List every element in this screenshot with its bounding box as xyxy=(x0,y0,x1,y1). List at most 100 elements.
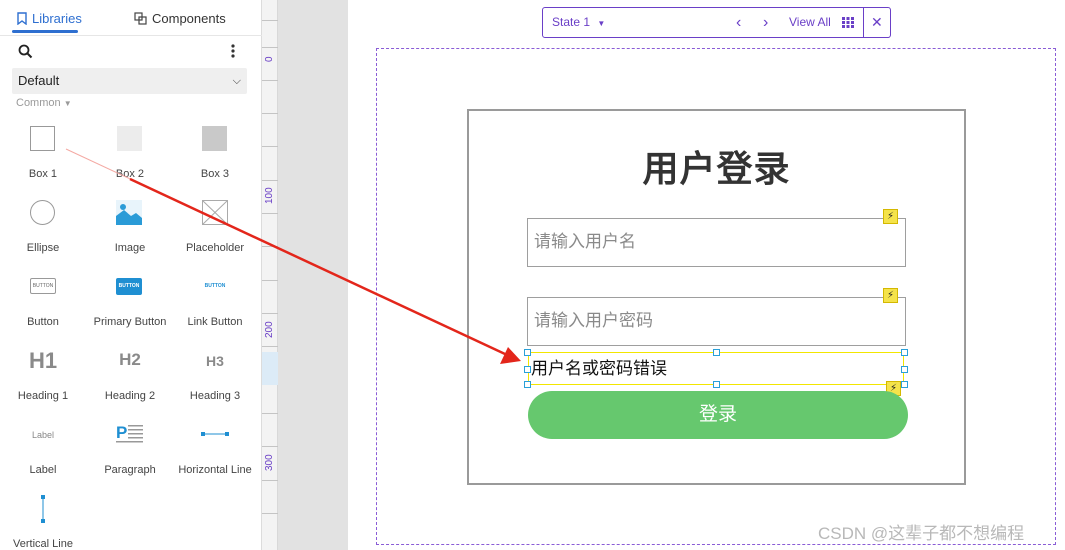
libraries-panel: Libraries Components Default ⌵ Common ▼ … xyxy=(0,0,262,550)
library-item-paragraph[interactable]: P Paragraph xyxy=(87,414,173,488)
divider xyxy=(863,8,864,37)
library-item-label: Placeholder xyxy=(185,242,245,254)
library-item-horizontal-line[interactable]: Horizontal Line xyxy=(172,414,258,488)
search-icon[interactable] xyxy=(18,44,33,59)
state-select[interactable]: State 1 ▼ xyxy=(552,8,605,37)
library-item-placeholder[interactable]: Placeholder xyxy=(172,192,258,266)
box-3-thumb xyxy=(202,126,227,151)
ruler-tick xyxy=(262,346,278,347)
ruler-selection-highlight xyxy=(262,352,278,385)
resize-handle[interactable] xyxy=(713,349,720,356)
section-common[interactable]: Common ▼ xyxy=(16,97,72,109)
ruler-tick xyxy=(262,280,278,281)
state-select-value: State 1 xyxy=(552,15,591,29)
resize-handle[interactable] xyxy=(901,349,908,356)
ruler-tick xyxy=(262,80,278,81)
library-item-label: Primary Button xyxy=(93,316,167,328)
primary-button-thumb: BUTTON xyxy=(116,278,142,295)
next-state-icon[interactable]: › xyxy=(763,8,768,37)
canvas-gutter xyxy=(278,0,348,550)
library-item-link-button[interactable]: BUTTON Link Button xyxy=(172,266,258,340)
ruler-tick xyxy=(262,146,278,147)
active-tab-indicator xyxy=(12,30,78,33)
library-item-label: Box 1 xyxy=(28,168,58,180)
library-select[interactable]: Default ⌵ xyxy=(12,68,247,94)
tab-components[interactable]: Components xyxy=(134,0,226,36)
library-item-heading-1[interactable]: H1 Heading 1 xyxy=(0,340,86,414)
ruler-label: 300 xyxy=(264,454,275,471)
view-all-label: View All xyxy=(789,15,831,29)
library-item-ellipse[interactable]: Ellipse xyxy=(0,192,86,266)
ruler-tick xyxy=(262,413,278,414)
library-item-label: Box 3 xyxy=(200,168,230,180)
library-item-heading-2[interactable]: H2 Heading 2 xyxy=(87,340,173,414)
resize-handle[interactable] xyxy=(524,366,531,373)
ruler-tick xyxy=(262,446,278,447)
library-item-image[interactable]: Image xyxy=(87,192,173,266)
heading-3-thumb: H3 xyxy=(206,353,224,369)
library-item-primary-button[interactable]: BUTTON Primary Button xyxy=(87,266,173,340)
password-field[interactable]: 请输入用户密码 xyxy=(527,297,906,346)
resize-handle[interactable] xyxy=(901,366,908,373)
library-item-vertical-line[interactable]: Vertical Line xyxy=(0,488,86,550)
resize-handle[interactable] xyxy=(901,381,908,388)
login-button[interactable]: 登录 xyxy=(528,391,908,439)
axure-editor: Libraries Components Default ⌵ Common ▼ … xyxy=(0,0,1065,550)
vertical-line-icon xyxy=(41,495,45,523)
heading-2-thumb: H2 xyxy=(119,350,141,369)
link-button-thumb: BUTTON xyxy=(204,283,226,289)
watermark: CSDN @这辈子都不想编程 xyxy=(818,524,1025,543)
paragraph-icon: P xyxy=(116,423,143,443)
ruler-label: 100 xyxy=(264,187,275,204)
box-2-thumb xyxy=(117,126,142,151)
more-options-icon[interactable] xyxy=(230,43,236,59)
library-item-label: Button xyxy=(27,316,59,328)
library-item-box-2[interactable]: Box 2 xyxy=(87,118,173,192)
library-item-button[interactable]: BUTTON Button xyxy=(0,266,86,340)
vertical-ruler: 0 100 200 300 xyxy=(262,0,278,550)
tab-components-label: Components xyxy=(152,10,226,26)
ellipse-icon xyxy=(30,200,55,225)
library-select-value: Default xyxy=(18,73,60,88)
library-item-label: Horizontal Line xyxy=(178,464,252,476)
resize-handle[interactable] xyxy=(713,381,720,388)
library-item-label: Image xyxy=(114,242,146,254)
library-item-label: Label xyxy=(29,464,57,476)
login-title: 用户登录 xyxy=(642,148,791,189)
username-placeholder: 请输入用户名 xyxy=(534,232,636,251)
ruler-tick xyxy=(262,313,278,314)
password-placeholder: 请输入用户密码 xyxy=(534,311,653,330)
caret-down-icon: ▼ xyxy=(597,19,606,28)
heading-1-thumb: H1 xyxy=(28,348,58,373)
library-item-label: Paragraph xyxy=(104,464,156,476)
library-item-box-3[interactable]: Box 3 xyxy=(172,118,258,192)
library-item-box-1[interactable]: Box 1 xyxy=(0,118,86,192)
label-thumb: Label xyxy=(31,430,55,440)
components-icon xyxy=(134,11,147,25)
close-icon[interactable]: ✕ xyxy=(871,8,883,37)
state-toolbar: State 1 ▼ ‹ › View All ✕ xyxy=(542,7,891,38)
view-all-button[interactable]: View All xyxy=(789,8,831,37)
library-item-label: Vertical Line xyxy=(13,538,73,550)
grid-icon[interactable] xyxy=(842,17,854,28)
ruler-tick xyxy=(262,213,278,214)
previous-state-icon[interactable]: ‹ xyxy=(736,8,741,37)
library-item-label: Box 2 xyxy=(115,168,145,180)
resize-handle[interactable] xyxy=(524,381,531,388)
username-field[interactable]: 请输入用户名 xyxy=(527,218,906,267)
caret-down-icon: ▼ xyxy=(63,99,72,108)
search-row xyxy=(0,40,262,64)
library-item-label: Ellipse xyxy=(26,242,60,254)
interaction-bolt-icon[interactable]: ⚡ xyxy=(883,209,898,224)
box-1-thumb xyxy=(30,126,55,151)
ruler-label: 0 xyxy=(264,56,275,62)
ruler-tick xyxy=(262,20,278,21)
resize-handle[interactable] xyxy=(524,349,531,356)
svg-text:P: P xyxy=(116,423,127,442)
horizontal-line-icon xyxy=(201,432,229,436)
chevron-down-icon: ⌵ xyxy=(232,75,241,87)
library-item-heading-3[interactable]: H3 Heading 3 xyxy=(172,340,258,414)
ruler-label: 200 xyxy=(264,321,275,338)
library-item-label-widget[interactable]: Label Label xyxy=(0,414,86,488)
interaction-bolt-icon[interactable]: ⚡ xyxy=(883,288,898,303)
